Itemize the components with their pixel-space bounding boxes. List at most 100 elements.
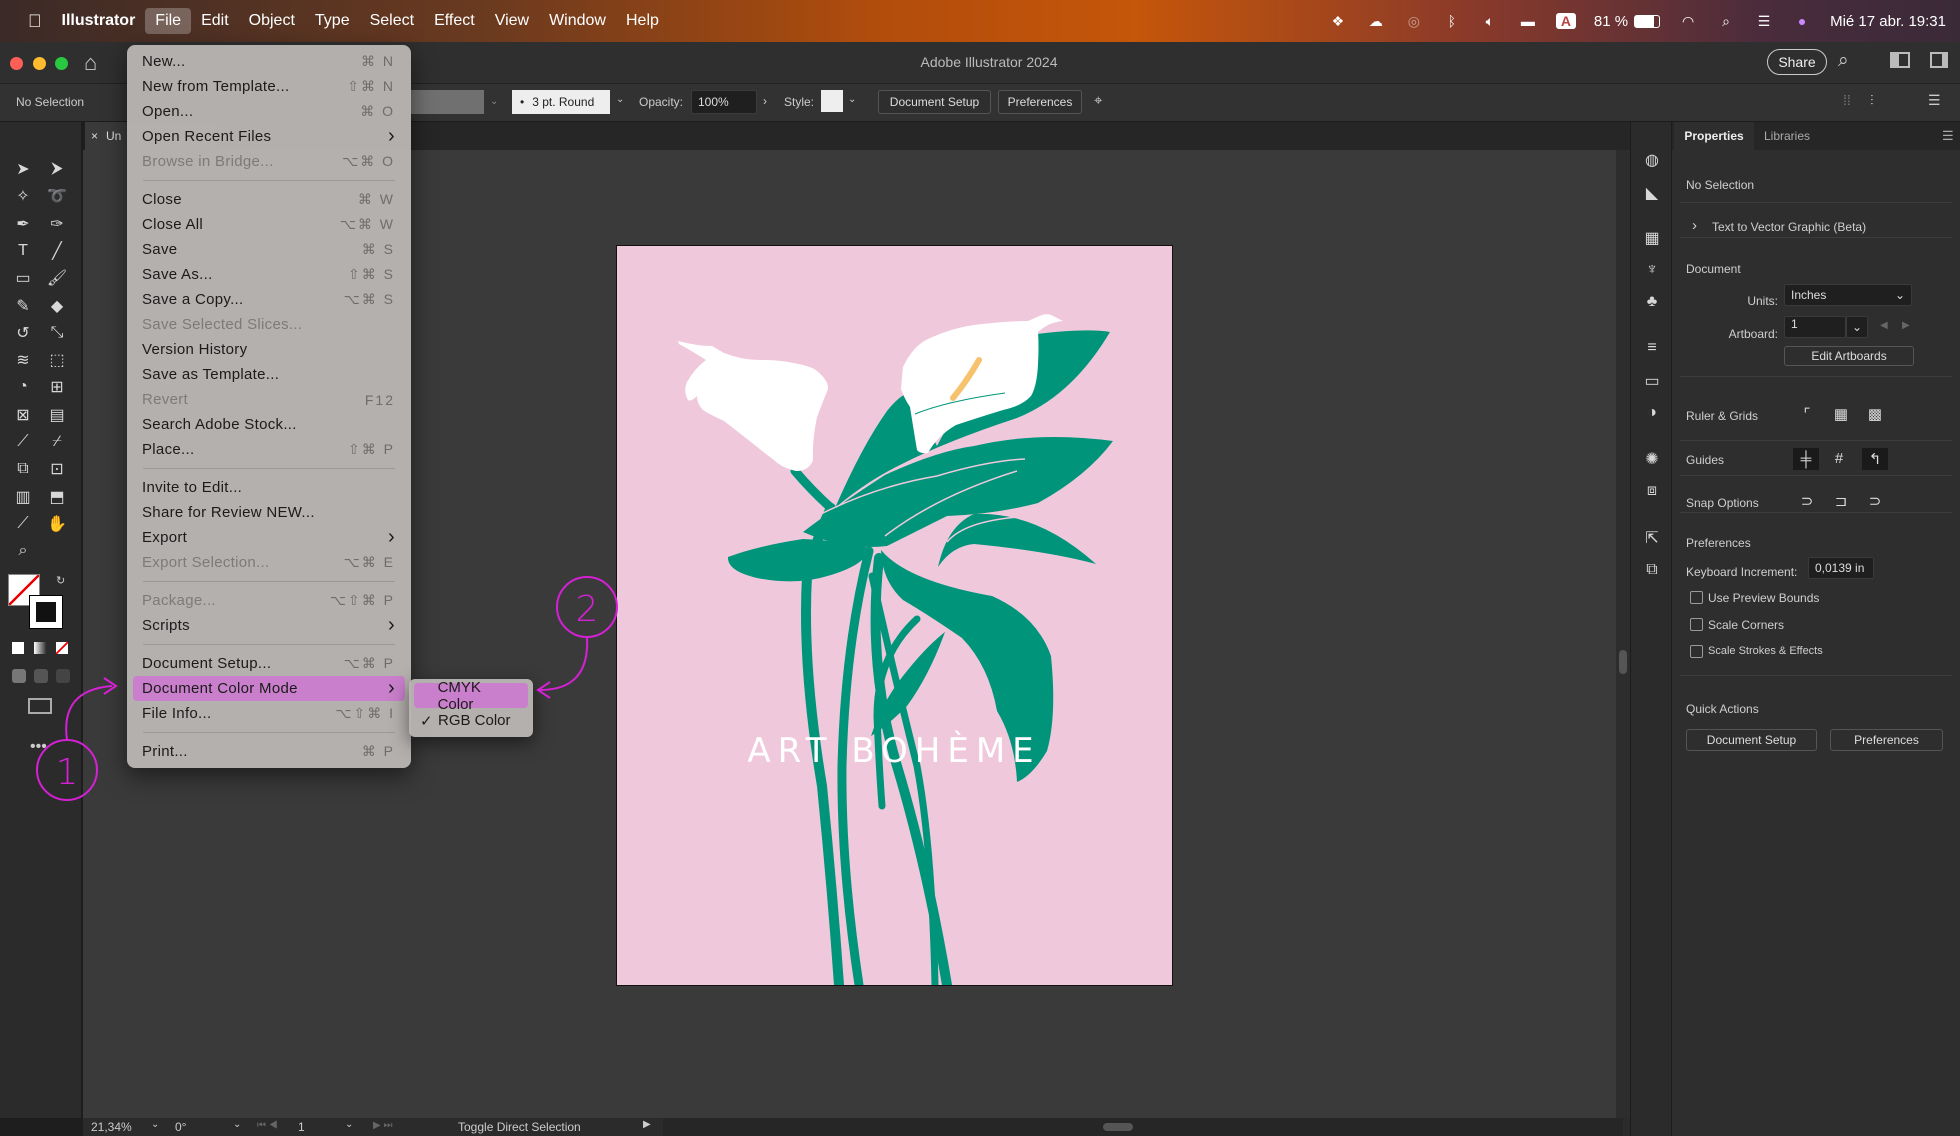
gradient-mode-button[interactable]: [34, 642, 46, 654]
menu-item-new[interactable]: New... ⌘ N: [133, 49, 405, 74]
panel-menu-icon[interactable]: ☰: [1942, 128, 1954, 144]
draw-normal-icon[interactable]: [12, 669, 26, 683]
menu-item-new-from-template[interactable]: New from Template... ⇧⌘ N: [133, 74, 405, 99]
battery-icon[interactable]: [1634, 14, 1661, 28]
keyboard-increment-input[interactable]: 0,0139 in: [1808, 557, 1874, 579]
volume-icon[interactable]: 🔈︎: [1480, 13, 1500, 29]
control-center-icon[interactable]: ☰: [1754, 13, 1774, 29]
menu-item-save-a-copy[interactable]: Save a Copy... ⌥⌘ S: [133, 287, 405, 312]
menu-item-cmyk-color[interactable]: CMYK Color: [414, 679, 528, 713]
menu-item-open[interactable]: Open... ⌘ O: [133, 99, 405, 124]
menu-type[interactable]: Type: [305, 8, 360, 34]
share-button[interactable]: Share: [1767, 49, 1827, 75]
width-tool-icon[interactable]: ≋: [10, 348, 36, 372]
eraser-tool-icon[interactable]: ◆: [44, 294, 70, 318]
display-icon[interactable]: ▬: [1518, 13, 1538, 29]
edit-toolbar-icon[interactable]: •••: [30, 738, 50, 755]
panel-toggle-icon[interactable]: [1930, 52, 1948, 68]
use-preview-bounds-checkbox[interactable]: [1690, 591, 1703, 604]
color-guide-icon[interactable]: ◍: [1639, 148, 1665, 172]
scale-tool-icon[interactable]: ⤡: [44, 321, 70, 345]
brushes-icon[interactable]: ♆: [1639, 258, 1665, 282]
tab-properties[interactable]: Properties: [1674, 122, 1754, 150]
menu-item-search-adobe-stock[interactable]: Search Adobe Stock...: [133, 412, 405, 437]
export-icon[interactable]: ⇱: [1639, 526, 1665, 550]
preferences-button[interactable]: Preferences: [998, 90, 1082, 114]
appearance-icon[interactable]: ✺: [1639, 447, 1665, 471]
snap-to-point-icon[interactable]: ⊃: [1796, 491, 1818, 511]
rotation-chevron-down-icon[interactable]: ⌄: [233, 1119, 241, 1130]
graphic-styles-icon[interactable]: ⧈: [1639, 479, 1665, 503]
snap-to-pixel-icon[interactable]: ⊐: [1830, 491, 1852, 511]
menu-effect[interactable]: Effect: [424, 8, 485, 34]
status-menu-arrow-icon[interactable]: ▶: [643, 1119, 651, 1130]
workspace-switcher-icon[interactable]: [1890, 52, 1910, 68]
menu-item-print[interactable]: Print... ⌘ P: [133, 739, 405, 764]
menu-help[interactable]: Help: [616, 8, 669, 34]
siri-icon[interactable]: ●: [1792, 13, 1812, 29]
hand-tool-icon[interactable]: ✋: [44, 512, 70, 536]
search-icon[interactable]: ⌕: [1838, 50, 1849, 72]
snap-to-glyph-icon[interactable]: ⊃: [1864, 491, 1886, 511]
menu-item-save[interactable]: Save ⌘ S: [133, 237, 405, 262]
transparency-grid-icon[interactable]: ▩: [1864, 404, 1886, 424]
chevron-down-icon[interactable]: ⌄: [616, 94, 624, 105]
menu-item-save-as-template[interactable]: Save as Template...: [133, 362, 405, 387]
previous-artboard-icon[interactable]: ◀: [1880, 320, 1888, 331]
show-guides-icon[interactable]: ╪: [1793, 448, 1819, 470]
symbol-sprayer-tool-icon[interactable]: ⊡: [44, 457, 70, 481]
artboard-chevron-down-icon[interactable]: ⌄: [345, 1119, 353, 1130]
menu-illustrator[interactable]: Illustrator: [52, 8, 146, 34]
paintbrush-tool-icon[interactable]: 🖌︎: [44, 266, 70, 290]
menu-object[interactable]: Object: [239, 8, 305, 34]
menu-item-close[interactable]: Close ⌘ W: [133, 187, 405, 212]
chevron-down-icon[interactable]: ⌄: [490, 96, 498, 107]
apple-menu-icon[interactable]: : [18, 7, 52, 36]
swap-fill-stroke-icon[interactable]: ↻: [56, 574, 68, 587]
menu-item-open-recent-files[interactable]: Open Recent Files ›: [133, 124, 405, 149]
last-artboard-icon[interactable]: ▶ ⏭: [373, 1120, 392, 1131]
horizontal-scroll-thumb[interactable]: [1103, 1123, 1133, 1131]
rotate-tool-icon[interactable]: ↺: [10, 321, 36, 345]
document-setup-button[interactable]: Document Setup: [878, 90, 991, 114]
none-mode-button[interactable]: [56, 642, 68, 654]
vertical-scroll-thumb[interactable]: [1619, 650, 1627, 674]
symbols-icon[interactable]: ♣: [1639, 290, 1665, 314]
transparency-icon[interactable]: ◑: [1639, 401, 1665, 425]
color-mode-button[interactable]: [12, 642, 24, 654]
gradient-panel-icon[interactable]: ◣: [1639, 181, 1665, 205]
rectangle-tool-icon[interactable]: ▭: [10, 266, 36, 290]
selection-tool-icon[interactable]: ➤: [10, 157, 36, 181]
curvature-tool-icon[interactable]: ✑: [44, 212, 70, 236]
menu-item-save-as[interactable]: Save As... ⇧⌘ S: [133, 262, 405, 287]
screen-mode-icon[interactable]: [28, 698, 52, 714]
bluetooth-icon[interactable]: ᛒ: [1442, 13, 1462, 29]
line-tool-icon[interactable]: ╱: [44, 239, 70, 263]
shaper-tool-icon[interactable]: ✎: [10, 294, 36, 318]
graphic-style-swatch[interactable]: [821, 90, 843, 112]
graph-tool-icon[interactable]: ▥: [10, 485, 36, 509]
gradient-tool-icon[interactable]: ▤: [44, 403, 70, 427]
control-bar-menu-icon[interactable]: ☰: [1928, 92, 1941, 109]
menu-file[interactable]: File: [145, 8, 192, 34]
stroke-swatch[interactable]: [29, 595, 63, 629]
arrange-icon[interactable]: ⫶: [1870, 92, 1874, 109]
draw-behind-icon[interactable]: [34, 669, 48, 683]
perspective-grid-tool-icon[interactable]: ⊞: [44, 375, 70, 399]
blend-tool-icon[interactable]: ⧉: [10, 457, 36, 481]
mesh-tool-icon[interactable]: ⊠: [10, 403, 36, 427]
menu-item-file-info[interactable]: File Info... ⌥⇧⌘ I: [133, 701, 405, 726]
puppet-warp-icon[interactable]: ⌖: [1094, 92, 1102, 109]
creative-cloud-icon[interactable]: ☁: [1366, 13, 1386, 29]
tab-libraries[interactable]: Libraries: [1764, 129, 1810, 143]
lock-guides-icon[interactable]: #: [1828, 448, 1850, 468]
grid-icon[interactable]: ▦: [1830, 404, 1852, 424]
units-dropdown[interactable]: Inches ⌄: [1784, 284, 1912, 306]
spotlight-search-icon[interactable]: ⌕: [1716, 13, 1736, 29]
quick-document-setup-button[interactable]: Document Setup: [1686, 729, 1817, 751]
zoom-level[interactable]: 21,34%: [91, 1120, 132, 1134]
menu-item-document-color-mode[interactable]: Document Color Mode ›: [133, 676, 405, 701]
shape-builder-tool-icon[interactable]: ◔: [10, 375, 36, 399]
gradient-icon[interactable]: ▭: [1639, 369, 1665, 393]
slice-tool-icon[interactable]: ⟋: [10, 512, 36, 536]
